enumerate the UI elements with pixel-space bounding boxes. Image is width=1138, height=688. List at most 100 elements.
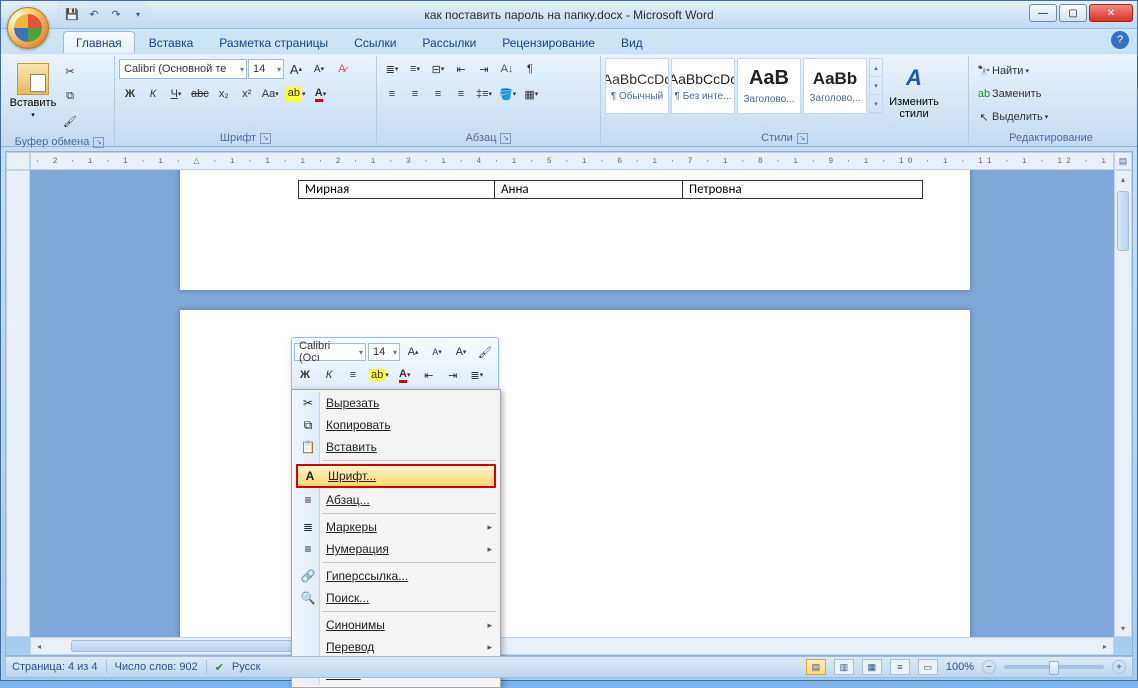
mini-grow-font[interactable]: A▴ [402, 341, 424, 363]
tab-mailings[interactable]: Рассылки [410, 32, 488, 53]
maximize-button[interactable]: ▢ [1059, 4, 1087, 22]
styles-launcher[interactable]: ↘ [797, 133, 808, 144]
styles-scroll-up-icon[interactable]: ▴ [870, 59, 882, 77]
office-button[interactable] [7, 7, 49, 49]
qat-undo-icon[interactable]: ↶ [85, 6, 103, 24]
view-web-layout[interactable]: ▦ [862, 659, 882, 675]
mini-bold[interactable]: Ж [294, 364, 316, 386]
align-right-button[interactable]: ≡ [427, 83, 449, 105]
font-launcher[interactable]: ↘ [260, 133, 271, 144]
minimize-button[interactable]: — [1029, 4, 1057, 22]
find-button[interactable]: 🔭Найти▾ [973, 60, 1129, 82]
tab-home[interactable]: Главная [63, 31, 135, 53]
clipboard-launcher[interactable]: ↘ [93, 137, 104, 148]
clear-format-button[interactable]: A̷ [331, 58, 353, 80]
table-cell[interactable]: Петровна [683, 181, 923, 199]
font-name-combo[interactable]: Calibri (Основной те [119, 59, 247, 79]
zoom-in-button[interactable]: + [1112, 660, 1126, 674]
mini-highlight[interactable]: ab▾ [366, 364, 392, 386]
styles-scroll-down-icon[interactable]: ▾ [870, 77, 882, 95]
vertical-scrollbar[interactable]: ▴ ▾ [1114, 170, 1132, 637]
ctx-paste[interactable]: 📋Вставить [294, 436, 498, 458]
mini-font-combo[interactable]: Calibri (Осı [294, 343, 366, 361]
ctx-paragraph[interactable]: ≡Абзац... [294, 489, 498, 511]
view-print-layout[interactable]: ▤ [806, 659, 826, 675]
borders-button[interactable]: ▦▾ [520, 83, 542, 105]
style-heading1[interactable]: AaB Заголово... [737, 58, 801, 114]
horizontal-scrollbar[interactable]: ◂ ▸ [30, 637, 1114, 655]
help-button[interactable]: ? [1111, 31, 1129, 49]
tab-references[interactable]: Ссылки [342, 32, 408, 53]
underline-button[interactable]: Ч▾ [165, 83, 187, 105]
italic-button[interactable]: К [142, 83, 164, 105]
hscroll-left-icon[interactable]: ◂ [31, 638, 47, 654]
mini-indent-right[interactable]: ⇥ [442, 364, 464, 386]
ctx-synonyms[interactable]: Синонимы▸ [294, 614, 498, 636]
document-canvas[interactable]: Мирная Анна Петровна [30, 170, 1114, 637]
close-button[interactable]: ✕ [1089, 4, 1133, 22]
view-draft[interactable]: ▭ [918, 659, 938, 675]
vertical-ruler[interactable] [6, 170, 30, 637]
ctx-bullets[interactable]: ≣Маркеры▸ [294, 516, 498, 538]
status-proofing-icon[interactable]: ✔ [215, 661, 224, 674]
vscroll-thumb[interactable] [1117, 191, 1129, 251]
shrink-font-button[interactable]: A▾ [308, 58, 330, 80]
mini-format-painter[interactable]: 🖌 [474, 341, 496, 363]
align-left-button[interactable]: ≡ [381, 83, 403, 105]
indent-left-button[interactable]: ⇤ [450, 58, 472, 80]
ctx-numbering[interactable]: ≡Нумерация▸ [294, 538, 498, 560]
sort-button[interactable]: A↓ [496, 58, 518, 80]
justify-button[interactable]: ≡ [450, 83, 472, 105]
font-size-combo[interactable]: 14 [248, 59, 284, 79]
ctx-cut[interactable]: ✂Вырезать [294, 392, 498, 414]
mini-indent-left[interactable]: ⇤ [418, 364, 440, 386]
mini-italic[interactable]: К [318, 364, 340, 386]
show-marks-button[interactable]: ¶ [519, 58, 541, 80]
multilevel-button[interactable]: ⊟▾ [427, 58, 449, 80]
tab-review[interactable]: Рецензирование [490, 32, 607, 53]
select-button[interactable]: ↖Выделить▾ [973, 106, 1129, 128]
tab-insert[interactable]: Вставка [137, 32, 206, 53]
zoom-slider[interactable] [1004, 665, 1104, 669]
ruler-corner[interactable] [6, 152, 30, 170]
vscroll-down-icon[interactable]: ▾ [1115, 620, 1131, 636]
bullets-button[interactable]: ≣▾ [381, 58, 403, 80]
document-table[interactable]: Мирная Анна Петровна [298, 180, 923, 199]
zoom-out-button[interactable]: − [982, 660, 996, 674]
status-language[interactable]: Русск [232, 661, 261, 673]
numbering-button[interactable]: ≡▾ [404, 58, 426, 80]
align-center-button[interactable]: ≡ [404, 83, 426, 105]
ruler-toggle-button[interactable]: ▤ [1114, 152, 1132, 170]
horizontal-ruler[interactable]: · 2 · ı · 1 · ı · △ · ı · 1 · ı · 2 · ı … [30, 152, 1114, 170]
mini-change-case[interactable]: A▾ [450, 341, 472, 363]
style-nospacing[interactable]: AaBbCcDc ¶ Без инте... [671, 58, 735, 114]
table-cell[interactable]: Мирная [299, 181, 495, 199]
qat-customize-icon[interactable]: ▾ [129, 6, 147, 24]
tab-view[interactable]: Вид [609, 32, 655, 53]
view-outline[interactable]: ≡ [890, 659, 910, 675]
cut-button[interactable]: ✂ [59, 60, 81, 82]
highlight-button[interactable]: ab▾ [283, 83, 309, 105]
mini-bullets[interactable]: ≣▾ [466, 364, 488, 386]
paste-button[interactable]: Вставить ▾ [9, 58, 57, 124]
status-page[interactable]: Страница: 4 из 4 [12, 661, 98, 673]
ctx-copy[interactable]: ⧉Копировать [294, 414, 498, 436]
mini-shrink-font[interactable]: A▾ [426, 341, 448, 363]
table-row[interactable]: Мирная Анна Петровна [299, 181, 923, 199]
line-spacing-button[interactable]: ‡≡▾ [473, 83, 495, 105]
styles-more-icon[interactable]: ▾ [870, 95, 882, 113]
mini-size-combo[interactable]: 14 [368, 343, 400, 361]
font-color-button[interactable]: A▾ [310, 83, 332, 105]
status-zoom[interactable]: 100% [946, 661, 974, 673]
ctx-search[interactable]: 🔍Поиск... [294, 587, 498, 609]
qat-redo-icon[interactable]: ↷ [107, 6, 125, 24]
format-painter-button[interactable]: 🖌 [59, 110, 81, 132]
indent-right-button[interactable]: ⇥ [473, 58, 495, 80]
tab-layout[interactable]: Разметка страницы [207, 32, 340, 53]
ctx-hyperlink[interactable]: 🔗Гиперссылка... [294, 565, 498, 587]
view-full-reading[interactable]: ▥ [834, 659, 854, 675]
ctx-translate[interactable]: Перевод▸ [294, 636, 498, 658]
qat-save-icon[interactable]: 💾 [63, 6, 81, 24]
subscript-button[interactable]: x₂ [213, 83, 235, 105]
grow-font-button[interactable]: A▴ [285, 58, 307, 80]
